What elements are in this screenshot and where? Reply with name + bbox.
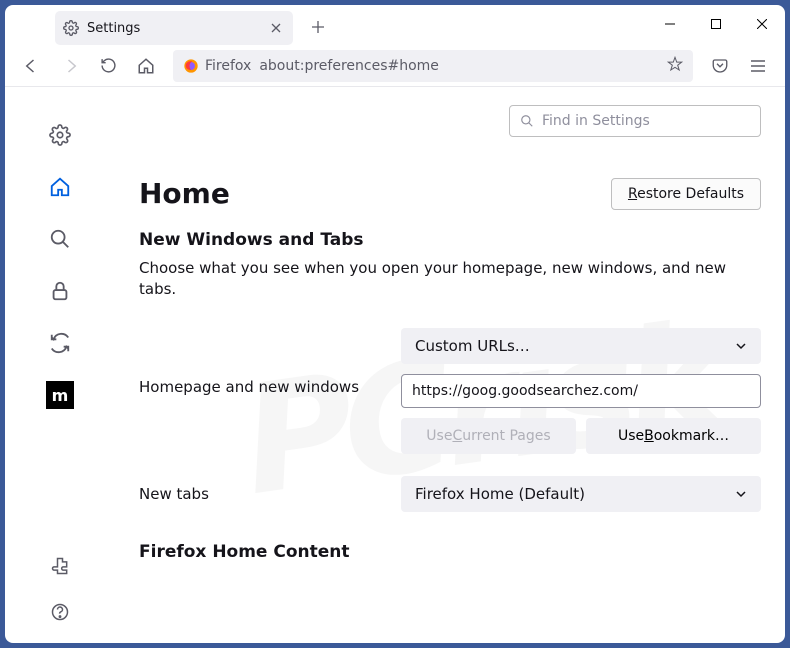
homepage-label: Homepage and new windows xyxy=(139,328,389,396)
minimize-button[interactable] xyxy=(647,5,693,43)
forward-button xyxy=(53,49,87,83)
sidebar-item-sync[interactable] xyxy=(44,327,76,359)
search-placeholder: Find in Settings xyxy=(542,113,650,129)
firefox-icon xyxy=(183,58,199,74)
sidebar-item-home[interactable] xyxy=(44,171,76,203)
newtabs-select[interactable]: Firefox Home (Default) xyxy=(401,476,761,512)
identity-text: Firefox xyxy=(205,58,251,74)
homepage-url-value: https://goog.goodsearchez.com/ xyxy=(412,383,638,399)
identity-box[interactable]: Firefox xyxy=(183,58,251,74)
main-panel: PCrisk Find in Settings Home Restore Def… xyxy=(115,87,785,643)
newtabs-label: New tabs xyxy=(139,485,389,503)
tab-close-button[interactable] xyxy=(267,19,285,37)
homepage-mode-value: Custom URLs… xyxy=(415,337,530,355)
sidebar-item-more[interactable]: m xyxy=(44,379,76,411)
tab-title: Settings xyxy=(87,21,259,36)
sidebar-item-search[interactable] xyxy=(44,223,76,255)
app-menu-button[interactable] xyxy=(741,49,775,83)
newtabs-value: Firefox Home (Default) xyxy=(415,485,585,503)
page-title: Home xyxy=(139,177,230,210)
url-text: about:preferences#home xyxy=(259,58,439,74)
homepage-mode-select[interactable]: Custom URLs… xyxy=(401,328,761,364)
m-icon: m xyxy=(46,381,74,409)
window-controls xyxy=(647,5,785,43)
chevron-down-icon xyxy=(735,340,747,352)
chevron-down-icon xyxy=(735,488,747,500)
content-area: m PCrisk Find in Settings Home Restore D… xyxy=(5,87,785,643)
sidebar: m xyxy=(5,87,115,643)
sidebar-item-privacy[interactable] xyxy=(44,275,76,307)
use-current-pages-button: Use Current Pages xyxy=(401,418,576,454)
browser-window: Settings Firefox xyxy=(5,5,785,643)
reload-button[interactable] xyxy=(91,49,125,83)
sidebar-item-help[interactable] xyxy=(47,599,73,625)
use-bookmark-button[interactable]: Use Bookmark… xyxy=(586,418,761,454)
search-icon xyxy=(520,114,534,128)
back-button[interactable] xyxy=(15,49,49,83)
titlebar: Settings xyxy=(5,5,785,45)
maximize-button[interactable] xyxy=(693,5,739,43)
sidebar-item-general[interactable] xyxy=(44,119,76,151)
toolbar: Firefox about:preferences#home xyxy=(5,45,785,87)
section-desc: Choose what you see when you open your h… xyxy=(139,258,761,300)
settings-search-input[interactable]: Find in Settings xyxy=(509,105,761,137)
active-tab[interactable]: Settings xyxy=(55,11,293,45)
save-pocket-button[interactable] xyxy=(703,49,737,83)
bookmark-star-button[interactable] xyxy=(667,56,683,76)
restore-defaults-button[interactable]: Restore Defaults xyxy=(611,178,761,210)
homepage-url-input[interactable]: https://goog.goodsearchez.com/ xyxy=(401,374,761,408)
urlbar[interactable]: Firefox about:preferences#home xyxy=(173,50,693,82)
section-heading-windows-tabs: New Windows and Tabs xyxy=(139,230,761,250)
sidebar-item-extensions[interactable] xyxy=(47,553,73,579)
home-button[interactable] xyxy=(129,49,163,83)
section-heading-home-content: Firefox Home Content xyxy=(139,542,761,562)
close-window-button[interactable] xyxy=(739,5,785,43)
new-tab-button[interactable] xyxy=(303,12,333,42)
gear-icon xyxy=(63,20,79,36)
